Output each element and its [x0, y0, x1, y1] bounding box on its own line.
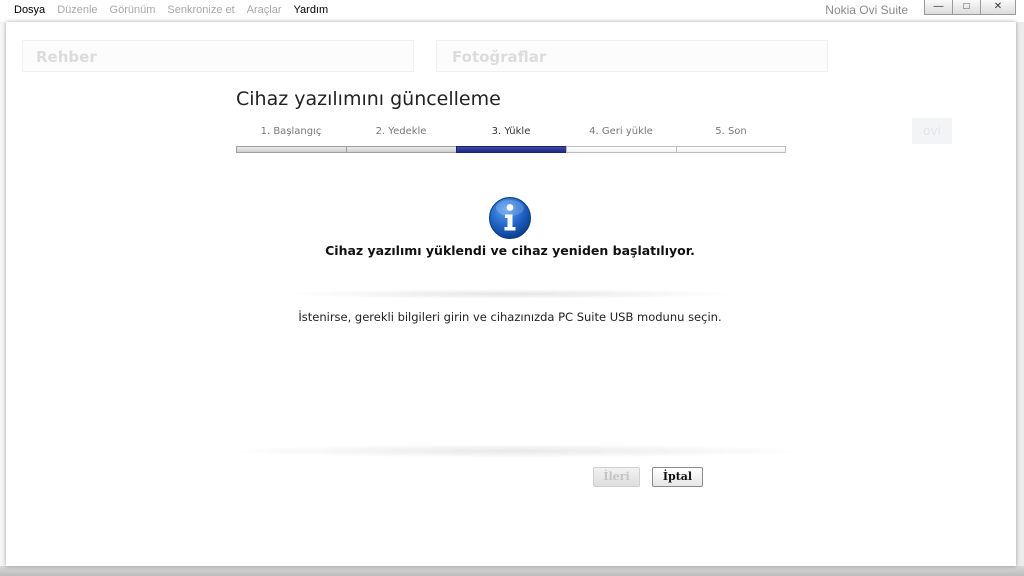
maximize-icon[interactable]: □: [952, 0, 981, 15]
cancel-button[interactable]: İptal: [652, 467, 703, 487]
window-controls: — □ ✕: [924, 0, 1016, 15]
menu-tools[interactable]: Araçlar: [247, 4, 282, 16]
window-edge-bottom: [0, 566, 1024, 576]
next-button[interactable]: İleri: [593, 467, 640, 487]
app-window: Dosya Düzenle Görünüm Senkronize et Araç…: [0, 0, 1024, 576]
step-bar-1: [236, 146, 347, 153]
info-icon: [488, 196, 532, 240]
step-label-2: 2. Yedekle: [375, 126, 427, 137]
ghost-panel-right-title: Fotoğraflar: [452, 48, 547, 66]
menu-file[interactable]: Dosya: [14, 4, 45, 16]
menu-bar: Dosya Düzenle Görünüm Senkronize et Araç…: [0, 0, 1024, 22]
menu-view[interactable]: Görünüm: [110, 4, 156, 16]
close-icon[interactable]: ✕: [980, 0, 1016, 15]
step-progress: 1. Başlangıç 2. Yedekle 3. Yükle 4. Geri…: [236, 126, 786, 156]
app-title: Nokia Ovi Suite: [825, 3, 908, 17]
step-label-1: 1. Başlangıç: [260, 126, 322, 137]
step-label-3: 3. Yükle: [491, 126, 531, 137]
status-message: Cihaz yazılımı yüklendi ve cihaz yeniden…: [325, 243, 695, 258]
step-bar-4: [566, 146, 677, 153]
divider: [280, 289, 740, 299]
instruction-text: İstenirse, gerekli bilgileri girin ve ci…: [298, 310, 722, 324]
step-bar-2: [346, 146, 457, 153]
minimize-icon[interactable]: —: [924, 0, 953, 15]
step-bar-3: [456, 146, 567, 153]
menu-help[interactable]: Yardım: [294, 4, 329, 16]
step-bar-5: [676, 146, 786, 153]
ghost-panel-left-title: Rehber: [36, 48, 97, 66]
menu-edit[interactable]: Düzenle: [57, 4, 97, 16]
main-menu: Dosya Düzenle Görünüm Senkronize et Araç…: [14, 4, 328, 16]
footer-divider: [220, 444, 810, 458]
window-edge-right: [1016, 22, 1024, 572]
menu-sync[interactable]: Senkronize et: [167, 4, 234, 16]
step-label-4: 4. Geri yükle: [589, 126, 653, 137]
ovi-logo: ovi: [912, 118, 952, 144]
dialog-title: Cihaz yazılımını güncelleme: [236, 88, 501, 110]
step-label-5: 5. Son: [715, 126, 747, 137]
